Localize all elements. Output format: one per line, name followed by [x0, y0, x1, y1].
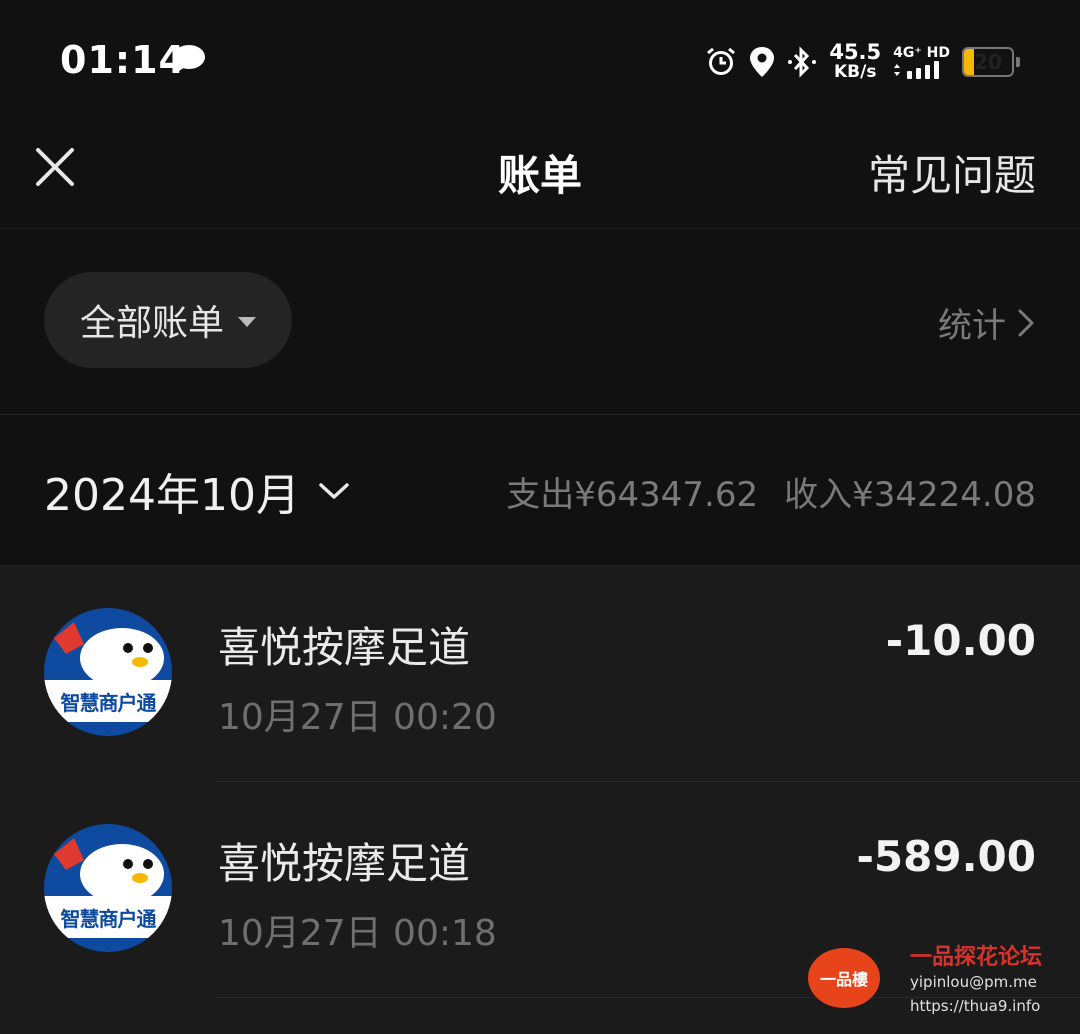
transaction-time: 10月27日 00:18 [218, 913, 497, 954]
avatar-label-band: 智慧商户通 [44, 896, 172, 938]
month-label: 2024年10月 [44, 470, 300, 521]
network-speed: 45.5 KB/s [829, 40, 882, 83]
avatar-label: 智慧商户通 [60, 906, 157, 931]
mascot-icon [54, 622, 164, 688]
merchant-name: 喜悦按摩足道 [218, 839, 471, 888]
month-summary-row: 2024年10月 支出¥64347.62 收入¥34224.08 [0, 415, 1080, 566]
faq-link[interactable]: 常见问题 [868, 142, 1036, 203]
mascot-icon [54, 838, 164, 904]
merchant-name: 喜悦按摩足道 [218, 623, 471, 672]
network-type: 4G⁺ HD [893, 45, 950, 61]
transaction-time: 10月27日 00:20 [218, 697, 497, 738]
watermark-logo: 一品樓 [808, 948, 880, 1008]
filter-row: 全部账单 统计 [0, 230, 1080, 415]
watermark-logo-text: 一品樓 [819, 970, 868, 989]
watermark-title: 一品探花论坛 [910, 945, 1043, 970]
bluetooth-icon [788, 46, 817, 78]
avatar-label-band: 智慧商户通 [44, 680, 172, 722]
bill-filter-dropdown[interactable]: 全部账单 [44, 272, 292, 368]
network-indicator: 4G⁺ HD [893, 45, 950, 79]
speed-value: 45.5 [829, 40, 882, 64]
statistics-label: 统计 [938, 306, 1006, 346]
status-time: 01:14 [60, 38, 186, 82]
watermark-email: yipinlou@pm.me [910, 973, 1037, 991]
speed-unit: KB/s [834, 62, 877, 82]
caret-down-icon [238, 317, 256, 327]
status-icons: 45.5 KB/s 4G⁺ HD 20 [705, 40, 1020, 84]
chevron-right-icon [1018, 309, 1034, 336]
app-header: 账单 常见问题 [0, 120, 1080, 229]
location-icon [750, 47, 775, 77]
income-total: 收入¥34224.08 [784, 475, 1036, 515]
alarm-icon [707, 47, 736, 75]
merchant-avatar: 智慧商户通 [44, 608, 172, 736]
expense-total: 支出¥64347.62 [506, 475, 759, 515]
merchant-avatar: 智慧商户通 [44, 824, 172, 952]
bill-filter-label: 全部账单 [79, 303, 224, 344]
battery-tip [1016, 57, 1020, 67]
battery-level: 20 [974, 50, 1002, 74]
battery-icon: 20 [962, 47, 1014, 77]
transaction-amount: -10.00 [885, 616, 1036, 665]
transaction-item[interactable]: 智慧商户通 喜悦按摩足道 10月27日 00:20 -10.00 [0, 566, 1080, 782]
chevron-down-icon [319, 483, 349, 499]
month-totals: 支出¥64347.62 收入¥34224.08 [506, 467, 1036, 516]
watermark-url: https://thua9.info [910, 997, 1041, 1015]
statistics-link[interactable]: 统计 [938, 298, 1036, 347]
avatar-label: 智慧商户通 [60, 690, 157, 715]
signal-icon [894, 61, 940, 79]
transaction-amount: -589.00 [856, 832, 1036, 881]
message-icon [173, 45, 205, 73]
battery-fill [964, 49, 974, 75]
month-selector[interactable]: 2024年10月 [44, 459, 350, 523]
watermark-text: 一品探花论坛 yipinlou@pm.me https://thua9.info [910, 946, 1042, 1018]
status-bar: 01:14 45.5 KB/s 4G⁺ HD 20 [0, 0, 1080, 120]
